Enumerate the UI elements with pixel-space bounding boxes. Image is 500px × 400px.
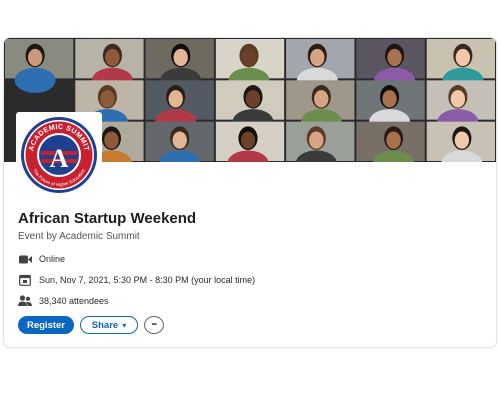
participant-face xyxy=(104,131,119,149)
academic-summit-logo: A ACADEMIC SUMMIT The Future of Higher E… xyxy=(21,117,97,193)
participant-face xyxy=(105,48,120,67)
more-options-button[interactable]: ••• xyxy=(144,316,164,334)
organizer-line: Event by Academic Summit xyxy=(18,231,140,242)
calendar-icon xyxy=(18,274,32,286)
event-card: A ACADEMIC SUMMIT The Future of Higher E… xyxy=(4,38,496,347)
register-button[interactable]: Register xyxy=(18,316,74,334)
participant-tile xyxy=(215,121,285,176)
participant-face xyxy=(314,90,329,108)
event-attendees[interactable]: 38,340 attendees xyxy=(39,296,109,306)
participant-tile xyxy=(426,121,495,176)
participant-face xyxy=(27,48,43,67)
event-location: Online xyxy=(39,254,66,264)
people-icon xyxy=(18,295,32,307)
participant-tile xyxy=(145,121,214,176)
participant-tile xyxy=(356,121,425,176)
participant-face xyxy=(173,48,188,67)
participant-tile xyxy=(5,39,74,93)
participant-tile xyxy=(286,121,355,176)
event-date-row: Sun, Nov 7, 2021, 5:30 PM - 8:30 PM (you… xyxy=(18,274,255,286)
participant-face xyxy=(386,131,401,149)
event-location-row: Online xyxy=(18,253,65,265)
chevron-down-icon: ▾ xyxy=(122,320,127,330)
participant-face xyxy=(454,131,470,149)
logo-letter: A xyxy=(50,144,69,173)
participant-face xyxy=(382,90,397,108)
participant-face xyxy=(241,48,257,67)
participant-face xyxy=(450,90,466,108)
participant-face xyxy=(455,48,471,67)
participant-face xyxy=(100,90,115,108)
participant-face xyxy=(309,131,324,149)
organizer-logo: A ACADEMIC SUMMIT The Future of Higher E… xyxy=(16,112,102,198)
ellipsis-icon: ••• xyxy=(151,322,157,328)
share-button[interactable]: Share ▾ xyxy=(80,316,138,334)
event-attendees-row: 38,340 attendees xyxy=(18,295,109,307)
participant-face xyxy=(387,48,402,67)
register-label: Register xyxy=(26,319,65,331)
participant-face xyxy=(245,90,261,108)
event-datetime: Sun, Nov 7, 2021, 5:30 PM - 8:30 PM (you… xyxy=(39,275,256,285)
participant-face xyxy=(168,90,183,108)
participant-face xyxy=(240,131,256,149)
participant-face xyxy=(172,131,187,149)
participant-face xyxy=(310,48,325,67)
event-title[interactable]: African Startup Weekend xyxy=(18,210,196,227)
video-camera-icon xyxy=(18,253,32,265)
share-label: Share xyxy=(91,319,119,331)
event-organizer: Event by Academic Summit xyxy=(18,231,140,242)
participant-body xyxy=(14,67,56,93)
